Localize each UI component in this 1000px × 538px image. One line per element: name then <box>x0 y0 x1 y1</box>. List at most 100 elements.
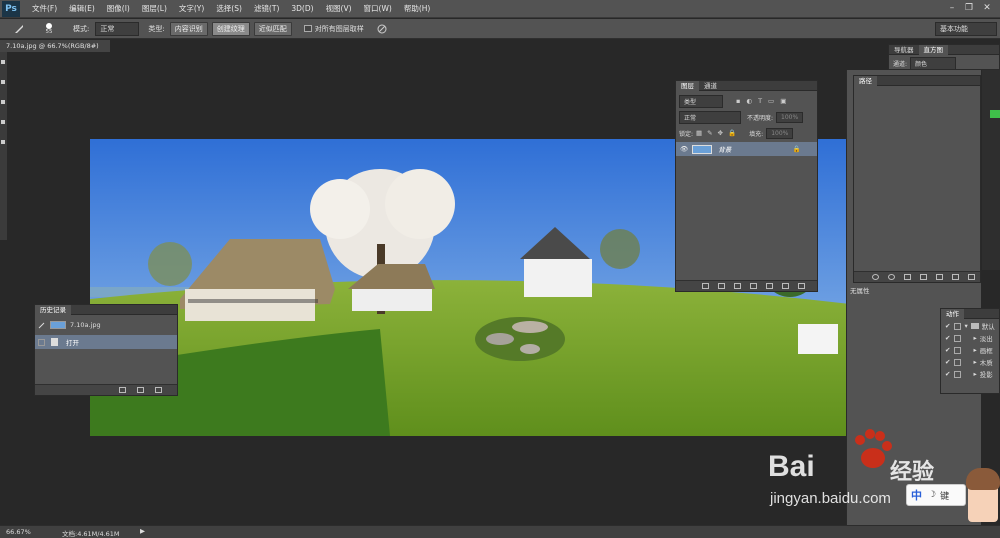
stamp-tool-icon[interactable] <box>1 140 5 144</box>
sample-all-layers-checkbox[interactable] <box>303 25 312 32</box>
trash-icon[interactable] <box>155 387 162 393</box>
tab-layers[interactable]: 图层 <box>676 80 699 91</box>
layers-panel-header: 图层 通道 <box>676 80 817 91</box>
tab-paths[interactable]: 路径 <box>854 75 877 86</box>
brush-size-picker[interactable]: 55 <box>42 22 56 35</box>
status-menu-arrow-icon[interactable]: ▶ <box>140 527 145 535</box>
action-row[interactable]: ✔ ▸ 画框 <box>941 345 999 355</box>
document-size: 文档:4.61M/4.61M <box>62 530 120 538</box>
make-work-path-icon[interactable] <box>920 274 927 280</box>
menu-3d[interactable]: 3D(D) <box>285 4 319 13</box>
action-set-row[interactable]: ✔ ▾ 默认 <box>941 321 999 331</box>
history-brush-checkbox[interactable] <box>38 338 45 346</box>
fill-input[interactable]: 100% <box>766 127 794 139</box>
blend-mode-select[interactable]: 正常 <box>679 110 741 124</box>
paths-panel: 路径 <box>853 75 981 283</box>
action-row[interactable]: ✔ ▸ 淡出 <box>941 333 999 343</box>
action-row[interactable]: ✔ ▸ 木质 <box>941 357 999 367</box>
menu-edit[interactable]: 编辑(E) <box>63 3 101 14</box>
adjustment-layer-icon[interactable] <box>750 283 757 289</box>
menu-filter[interactable]: 滤镜(T) <box>248 3 285 14</box>
delete-layer-icon[interactable] <box>798 283 805 289</box>
baidu-brand-cn: 经验 <box>890 460 935 485</box>
history-step-name: 打开 <box>66 339 79 347</box>
restore-icon[interactable]: ❐ <box>962 2 976 14</box>
history-snapshot-row[interactable]: 7.10a.jpg <box>35 319 177 331</box>
close-icon[interactable]: ✕ <box>980 2 994 14</box>
type-label: 类型: <box>148 24 165 33</box>
menu-window[interactable]: 窗口(W) <box>358 3 398 14</box>
options-bar: 55 模式: 正常 类型: 内容识别 创建纹理 近似匹配 对所有图层取样 基本功… <box>0 19 1000 39</box>
content-aware-button[interactable]: 内容识别 <box>169 21 208 36</box>
mode-label: 模式: <box>73 24 90 33</box>
open-document-icon <box>51 338 58 346</box>
menu-select[interactable]: 选择(S) <box>210 3 248 14</box>
delete-path-icon[interactable] <box>968 274 975 280</box>
layer-filter-select[interactable]: 类型 <box>679 94 723 108</box>
new-layer-icon[interactable] <box>782 283 789 289</box>
layer-row-background[interactable]: 👁 背景 🔒 <box>676 142 817 156</box>
menu-view[interactable]: 视图(V) <box>320 3 358 14</box>
healing-brush-icon[interactable] <box>14 24 24 34</box>
new-snapshot-icon[interactable] <box>137 387 144 393</box>
opacity-label: 不透明度: <box>747 114 774 122</box>
action-row[interactable]: ✔ ▸ 投影 <box>941 369 999 379</box>
brush-size-value: 55 <box>45 28 53 35</box>
mode-select[interactable]: 正常 <box>95 21 140 36</box>
properties-panel-title[interactable]: 无属性 <box>850 285 940 295</box>
add-mask-icon[interactable] <box>936 274 943 280</box>
fill-path-icon[interactable] <box>872 274 879 280</box>
pressure-icon[interactable] <box>377 24 387 34</box>
layers-panel: 图层 通道 类型 ▪◐T▭▣ 正常 不透明度: 100% 锁定: ▦✎✥🔒 填充… <box>675 80 818 292</box>
create-texture-button[interactable]: 创建纹理 <box>211 21 250 36</box>
zoom-level[interactable]: 66.67% <box>6 528 31 536</box>
actions-panel-header: 动作 <box>941 308 999 319</box>
tab-history[interactable]: 历史记录 <box>35 304 71 315</box>
tab-actions[interactable]: 动作 <box>941 308 964 319</box>
tab-navigator[interactable]: 导航器 <box>889 45 919 55</box>
tab-histogram[interactable]: 直方图 <box>918 44 948 55</box>
new-document-from-state-icon[interactable] <box>119 387 126 393</box>
marquee-tool-icon[interactable] <box>1 80 5 84</box>
layer-style-icon[interactable] <box>718 283 725 289</box>
menu-layer[interactable]: 图层(L) <box>136 3 173 14</box>
menu-type[interactable]: 文字(Y) <box>173 3 210 14</box>
layer-filter-icons[interactable]: ▪◐T▭▣ <box>736 97 792 105</box>
tab-channels[interactable]: 通道 <box>699 81 722 91</box>
opacity-input[interactable]: 100% <box>776 111 804 123</box>
link-layers-icon[interactable] <box>702 283 709 289</box>
layer-name: 背景 <box>718 146 732 154</box>
lock-label: 锁定: <box>679 130 694 138</box>
proximity-match-button[interactable]: 近似匹配 <box>253 21 292 36</box>
menu-file[interactable]: 文件(F) <box>26 3 63 14</box>
new-group-icon[interactable] <box>766 283 773 289</box>
channel-select[interactable]: 颜色 <box>910 56 957 70</box>
lasso-tool-icon[interactable] <box>1 100 5 104</box>
history-panel: 历史记录 7.10a.jpg 打开 <box>34 304 178 396</box>
layer-thumbnail <box>692 144 713 154</box>
workspace-select[interactable]: 基本功能 <box>935 22 997 36</box>
brush-source-icon[interactable] <box>38 321 46 329</box>
load-selection-icon[interactable] <box>904 274 911 280</box>
lock-icons[interactable]: ▦✎✥🔒 <box>696 129 741 137</box>
menu-image[interactable]: 图像(I) <box>101 3 136 14</box>
layer-mask-icon[interactable] <box>734 283 741 289</box>
blend-row: 正常 不透明度: 100% <box>676 110 817 124</box>
menu-help[interactable]: 帮助(H) <box>398 3 437 14</box>
minimize-icon[interactable]: – <box>945 2 959 14</box>
new-path-icon[interactable] <box>952 274 959 280</box>
move-tool-icon[interactable] <box>1 60 5 64</box>
action-name-3: 木质 <box>979 359 993 367</box>
ime-badge-end: 键 <box>940 491 950 502</box>
document-tab[interactable]: 7.10a.jpg @ 66.7%(RGB/8#) <box>0 40 110 52</box>
brush-tool-icon[interactable] <box>1 120 5 124</box>
visibility-eye-icon[interactable]: 👁 <box>680 145 688 153</box>
history-panel-header: 历史记录 <box>35 304 177 315</box>
action-name-2: 画框 <box>979 347 993 355</box>
history-step-row[interactable]: 打开 <box>35 335 177 349</box>
moon-icon: ☽ <box>928 490 937 500</box>
baidu-jingyan-watermark: Bai 经验 jingyan.baidu.com 中 ☽ 键 <box>760 424 1000 524</box>
navigator-panel-header: 导航器 直方图 <box>889 44 999 55</box>
stroke-path-icon[interactable] <box>888 274 895 280</box>
histogram-preview <box>982 70 1000 270</box>
